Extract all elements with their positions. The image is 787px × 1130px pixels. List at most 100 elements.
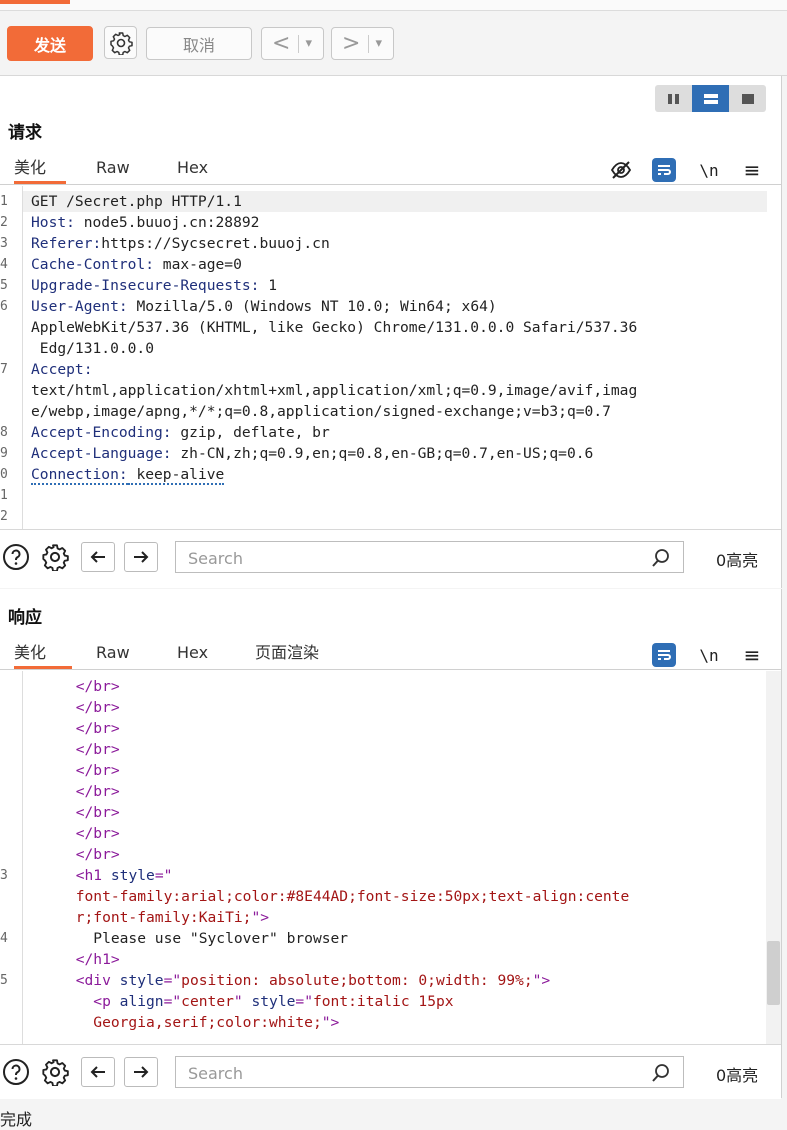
code-token: <div — [23, 972, 120, 989]
request-search-input[interactable] — [186, 546, 630, 570]
next-match-button[interactable] — [124, 1057, 158, 1087]
menu-icon[interactable]: ≡ — [740, 158, 764, 182]
code-token: r;font-family:KaiTi; — [23, 909, 251, 926]
gear-icon — [41, 1058, 69, 1086]
header-name: Accept: — [31, 361, 93, 378]
code-token: =" — [164, 972, 182, 989]
code-line: User-Agent: Mozilla/5.0 (Windows NT 10.0… — [31, 296, 497, 317]
layout-split-vertical-button[interactable] — [655, 85, 692, 112]
line-number: 2 — [0, 506, 8, 527]
newline-icon[interactable]: \n — [697, 643, 721, 667]
code-line: Upgrade-Insecure-Requests: 1 — [31, 275, 277, 296]
header-value: keep-alive — [128, 466, 225, 485]
layout-split-horizontal-button[interactable] — [692, 85, 729, 112]
wrap-lines-icon[interactable] — [652, 158, 676, 182]
previous-match-button[interactable] — [81, 542, 115, 572]
tab-hex[interactable]: Hex — [177, 152, 208, 184]
help-button[interactable] — [1, 542, 31, 572]
tab-raw[interactable]: Raw — [96, 152, 130, 184]
code-token: </br> — [23, 846, 120, 863]
code-line: <p align="center" style="font:italic 15p… — [23, 991, 454, 1012]
code-token: =" — [155, 867, 173, 884]
code-line: </br> — [23, 844, 120, 865]
tab-raw[interactable]: Raw — [96, 637, 130, 669]
settings-button[interactable] — [104, 26, 137, 59]
active-top-tab-indicator — [0, 0, 70, 4]
newline-icon[interactable]: \n — [697, 158, 721, 182]
header-value: Edg/131.0.0.0 — [31, 340, 154, 357]
code-token: font:italic 15px — [313, 993, 454, 1010]
help-button[interactable] — [1, 1057, 31, 1087]
request-title: 请求 — [8, 118, 42, 143]
code-line: Connection: keep-alive — [31, 464, 224, 485]
tab-render[interactable]: 页面渲染 — [255, 637, 319, 669]
code-token: Georgia,serif;color:white; — [23, 1014, 322, 1031]
layout-switcher — [655, 85, 766, 112]
code-token: center — [181, 993, 234, 1010]
search-icon[interactable] — [651, 1063, 671, 1083]
code-line: <div style="position: absolute;bottom: 0… — [23, 970, 550, 991]
arrow-right-icon — [132, 1064, 150, 1080]
rows-icon — [703, 92, 719, 106]
tab-pretty[interactable]: 美化 — [14, 152, 66, 184]
layout-tabs-button[interactable] — [729, 85, 766, 112]
code-token: </br> — [23, 741, 120, 758]
search-icon[interactable] — [651, 548, 671, 568]
forward-arrow-icon[interactable]: > — [342, 31, 360, 56]
header-name: Accept-Language: — [31, 445, 172, 462]
forward-nav-group[interactable]: > ▾ — [331, 27, 394, 60]
request-editor[interactable]: 1 GET /Secret.php HTTP/1.1 2 Host: node5.bu… — [0, 186, 781, 529]
back-nav-group[interactable]: < ▾ — [261, 27, 324, 60]
back-dropdown-icon[interactable]: ▾ — [305, 36, 312, 51]
code-line: text/html,application/xhtml+xml,applicat… — [31, 380, 637, 401]
scrollbar-thumb[interactable] — [767, 941, 780, 1005]
code-token: </br> — [23, 720, 120, 737]
header-value: 1 — [259, 277, 277, 294]
code-token: </br> — [23, 678, 120, 695]
code-token: "> — [251, 909, 269, 926]
status-bar: 完成 — [0, 1100, 787, 1128]
line-number: 6 — [0, 296, 8, 317]
header-value: Mozilla/5.0 (Windows NT 10.0; Win64; x64… — [128, 298, 497, 315]
line-number: 8 — [0, 422, 8, 443]
arrow-left-icon — [89, 549, 107, 565]
cancel-button[interactable]: 取消 — [146, 27, 252, 60]
code-line: </br> — [23, 781, 120, 802]
send-button[interactable]: 发送 — [7, 26, 93, 61]
code-token: style — [251, 993, 295, 1010]
code-token: <h1 — [23, 867, 111, 884]
previous-match-button[interactable] — [81, 1057, 115, 1087]
line-number: 7 — [0, 359, 8, 380]
hide-icon[interactable] — [609, 158, 633, 182]
menu-icon[interactable]: ≡ — [740, 643, 764, 667]
code-line: </br> — [23, 823, 120, 844]
tab-hex[interactable]: Hex — [177, 637, 208, 669]
code-token: position: absolute;bottom: 0;width: 99%; — [181, 972, 532, 989]
code-line: r;font-family:KaiTi;"> — [23, 907, 269, 928]
code-line: Cache-Control: max-age=0 — [31, 254, 242, 275]
response-editor[interactable]: </br> </br> </br> </br> </br> </br> </br… — [0, 671, 781, 1045]
code-line: Edg/131.0.0.0 — [31, 338, 154, 359]
line-number: 5 — [0, 970, 8, 991]
next-match-button[interactable] — [124, 542, 158, 572]
response-search-input[interactable] — [186, 1061, 630, 1085]
line-number: 0 — [0, 464, 8, 485]
help-icon — [2, 543, 30, 571]
toolbar: 发送 取消 < ▾ > ▾ — [0, 11, 787, 76]
forward-dropdown-icon[interactable]: ▾ — [375, 36, 382, 51]
code-line: <h1 style=" — [23, 865, 172, 886]
search-settings-button[interactable] — [40, 1057, 70, 1087]
response-search-box — [175, 1056, 684, 1088]
line-number: 2 — [0, 212, 8, 233]
request-match-count: 0高亮 — [716, 547, 758, 571]
response-scrollbar[interactable] — [766, 671, 781, 1045]
code-token: <p — [23, 993, 120, 1010]
header-value: GET /Secret.php HTTP/1.1 — [31, 193, 242, 210]
wrap-lines-icon[interactable] — [652, 643, 676, 667]
tab-pretty[interactable]: 美化 — [14, 637, 72, 669]
search-settings-button[interactable] — [40, 542, 70, 572]
line-number: 1 — [0, 485, 8, 506]
back-arrow-icon[interactable]: < — [272, 31, 290, 56]
header-value: gzip, deflate, br — [172, 424, 330, 441]
status-text: 完成 — [0, 1106, 32, 1130]
